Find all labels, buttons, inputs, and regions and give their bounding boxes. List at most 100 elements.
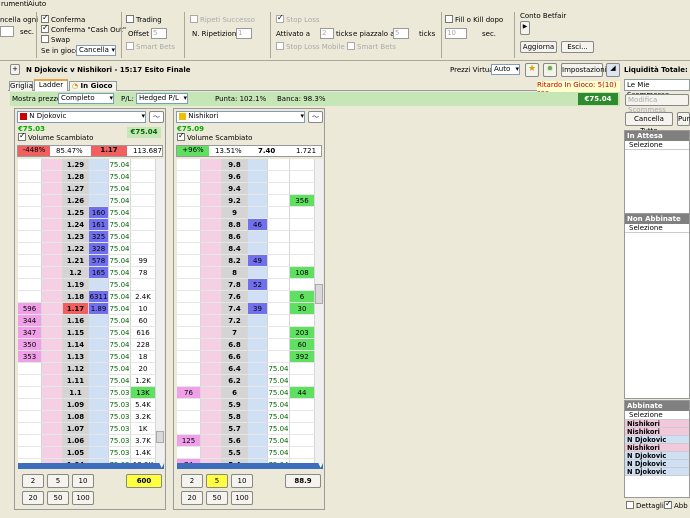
back-cell[interactable] — [42, 435, 63, 447]
back-cell[interactable] — [42, 159, 63, 171]
stake-button-5[interactable]: 5 — [206, 474, 228, 488]
lay-cell[interactable] — [89, 351, 109, 363]
lay-cell[interactable] — [89, 399, 109, 411]
lay-cell[interactable]: 6311 — [89, 291, 109, 303]
lay-cell[interactable] — [89, 339, 109, 351]
lay-cell[interactable] — [248, 159, 268, 171]
scroll-thumb[interactable] — [315, 284, 323, 304]
stake-button-20[interactable]: 20 — [22, 491, 44, 505]
abbinate-row[interactable]: N Djokovic — [625, 460, 689, 468]
stop-loss-checkbox[interactable]: Stop Loss — [276, 13, 320, 24]
lay-cell[interactable] — [248, 351, 268, 363]
add-market-button[interactable]: + — [10, 64, 20, 75]
swap-checkbox[interactable]: Swap — [41, 35, 70, 44]
abbinate-checkbox[interactable]: Abb — [664, 499, 688, 510]
back-cell[interactable] — [201, 351, 222, 363]
volume-checkbox[interactable]: Volume Scambiato — [18, 131, 93, 142]
abbinate-row[interactable]: N Djokovic — [625, 436, 689, 444]
cancel-every-input[interactable] — [0, 26, 14, 37]
n-ripetizioni-input[interactable]: 1 — [236, 28, 252, 39]
mostra-prezzo-select[interactable]: Completo ▾ — [58, 93, 114, 104]
refresh-button[interactable]: ✹ — [543, 63, 557, 77]
lay-cell[interactable] — [89, 183, 109, 195]
menu-strumenti[interactable]: rumenti — [1, 0, 29, 8]
back-cell[interactable] — [201, 195, 222, 207]
back-cell[interactable] — [42, 267, 63, 279]
back-cell[interactable] — [201, 255, 222, 267]
back-cell[interactable] — [201, 435, 222, 447]
back-cell[interactable] — [42, 243, 63, 255]
lay-cell[interactable] — [89, 363, 109, 375]
menu-aiuto[interactable]: Aiuto — [28, 0, 46, 8]
back-cell[interactable] — [42, 351, 63, 363]
stake-total-field[interactable]: 88.9 — [285, 474, 321, 488]
lay-cell[interactable] — [89, 279, 109, 291]
chart-button[interactable]: 〜 — [149, 111, 164, 123]
back-cell[interactable] — [201, 279, 222, 291]
auto-select[interactable]: Auto ▾ — [491, 64, 520, 75]
lay-cell[interactable] — [89, 171, 109, 183]
lay-cell[interactable] — [248, 267, 268, 279]
back-cell[interactable] — [42, 375, 63, 387]
trading-checkbox[interactable]: Trading — [126, 15, 162, 24]
lay-cell[interactable] — [248, 363, 268, 375]
dettagli-checkbox[interactable]: Dettagli — [626, 501, 664, 510]
runner-select[interactable]: N Djokovic ▾ — [17, 111, 146, 123]
lay-cell[interactable]: 161 — [89, 219, 109, 231]
scroll-thumb[interactable] — [156, 431, 164, 443]
back-cell[interactable] — [201, 363, 222, 375]
attivato-input[interactable]: 2 — [320, 28, 334, 39]
piazzalo-input[interactable]: 5 — [393, 28, 409, 39]
lay-cell[interactable]: 325 — [89, 231, 109, 243]
back-cell[interactable] — [201, 291, 222, 303]
lay-cell[interactable] — [89, 423, 109, 435]
back-cell[interactable] — [42, 387, 63, 399]
back-cell[interactable] — [42, 171, 63, 183]
abbinate-row[interactable]: N Djokovic — [625, 468, 689, 476]
lay-cell[interactable] — [248, 243, 268, 255]
back-cell[interactable] — [201, 219, 222, 231]
lay-cell[interactable] — [248, 291, 268, 303]
punta-button[interactable]: Pun — [677, 112, 690, 126]
lay-cell[interactable]: 578 — [89, 255, 109, 267]
lay-cell[interactable] — [248, 183, 268, 195]
back-cell[interactable] — [201, 243, 222, 255]
smart-bets-checkbox[interactable]: Smart Bets — [126, 42, 175, 51]
back-cell[interactable] — [201, 411, 222, 423]
volume-checkbox[interactable]: Volume Scambiato — [177, 131, 252, 142]
stop-loss-mobile-checkbox[interactable]: Stop Loss Mobile — [276, 42, 345, 51]
abbinate-row[interactable]: Nishikori — [625, 428, 689, 436]
lay-cell[interactable]: 1.89 — [89, 303, 109, 315]
chart-button[interactable]: ◢ — [606, 63, 620, 77]
back-cell[interactable] — [201, 375, 222, 387]
smart-bets2-checkbox[interactable]: Smart Bets — [347, 42, 396, 51]
lay-cell[interactable] — [248, 207, 268, 219]
stake-button-20[interactable]: 20 — [181, 491, 203, 505]
lay-cell[interactable] — [248, 171, 268, 183]
stake-total-field[interactable]: 600 — [126, 474, 162, 488]
back-cell[interactable] — [42, 231, 63, 243]
login-button[interactable]: ▶ — [520, 21, 530, 35]
lay-cell[interactable] — [248, 447, 268, 459]
stake-button-2[interactable]: 2 — [181, 474, 203, 488]
lay-cell[interactable] — [89, 435, 109, 447]
lay-cell[interactable] — [89, 159, 109, 171]
chart-button[interactable]: 〜 — [308, 111, 323, 123]
back-cell[interactable] — [201, 387, 222, 399]
back-cell[interactable] — [201, 447, 222, 459]
impostazioni-button[interactable]: Impostazioni — [561, 63, 607, 77]
stake-button-2[interactable]: 2 — [22, 474, 44, 488]
stake-button-100[interactable]: 100 — [231, 491, 253, 505]
back-cell[interactable] — [201, 183, 222, 195]
back-cell[interactable] — [42, 327, 63, 339]
back-cell[interactable] — [201, 303, 222, 315]
back-cell[interactable] — [42, 255, 63, 267]
cancella-tutto-button[interactable]: Cancella Tutto — [625, 112, 673, 135]
favorite-button[interactable]: ★ — [525, 63, 539, 77]
ladder-grid[interactable]: 1.29 75.04 1.28 75.04 1.27 75.04 1.26 75.04 1.25… — [18, 159, 158, 463]
lay-cell[interactable] — [89, 411, 109, 423]
stake-button-10[interactable]: 10 — [231, 474, 253, 488]
lay-cell[interactable] — [248, 387, 268, 399]
lay-cell[interactable] — [248, 195, 268, 207]
ladder-grid[interactable]: 9.8 9.6 9.4 9.2 356 9 8.8 46 8.6 8.4 8.2 49 8 108 7.8 5… — [177, 159, 317, 463]
